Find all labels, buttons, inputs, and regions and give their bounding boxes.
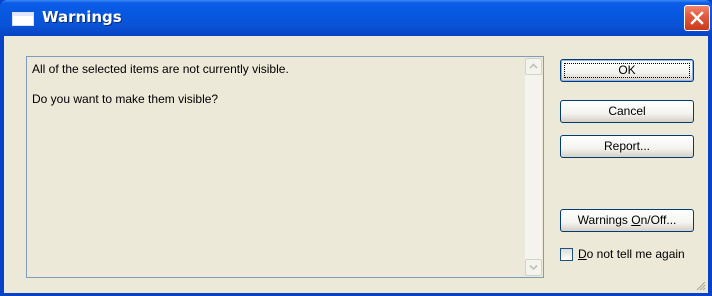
- close-icon: [690, 11, 704, 25]
- scroll-down-arrow-icon: [529, 264, 538, 271]
- title-bar[interactable]: Warnings: [0, 0, 712, 36]
- ok-button[interactable]: OK: [560, 59, 694, 82]
- report-button-label: Report...: [603, 139, 651, 153]
- warnings-on-off-button[interactable]: Warnings On/Off...: [560, 209, 694, 232]
- close-button[interactable]: [684, 5, 710, 31]
- checkbox-box[interactable]: [560, 248, 573, 261]
- dialog-client-area: All of the selected items are not curren…: [4, 36, 708, 293]
- focus-rectangle: [564, 63, 690, 78]
- scroll-down-button[interactable]: [525, 259, 542, 276]
- scroll-up-button[interactable]: [525, 58, 542, 75]
- message-line-2: Do you want to make them visible?: [32, 92, 219, 106]
- scroll-up-arrow-icon: [529, 63, 538, 69]
- warnings-dialog: Warnings All of the selected items are n…: [0, 0, 712, 296]
- warnings-button-label: Warnings On/Off...: [577, 213, 677, 227]
- window-title: Warnings: [42, 8, 122, 26]
- cancel-button[interactable]: Cancel: [560, 100, 694, 123]
- message-line-1: All of the selected items are not curren…: [32, 62, 289, 76]
- message-box: All of the selected items are not curren…: [26, 56, 544, 278]
- vertical-scrollbar[interactable]: [525, 58, 542, 276]
- report-button[interactable]: Report...: [560, 135, 694, 158]
- checkbox-label: Do not tell me again: [578, 247, 685, 261]
- resize-grip-icon[interactable]: [694, 279, 706, 291]
- cancel-button-label: Cancel: [608, 104, 646, 118]
- window-icon: [12, 12, 34, 26]
